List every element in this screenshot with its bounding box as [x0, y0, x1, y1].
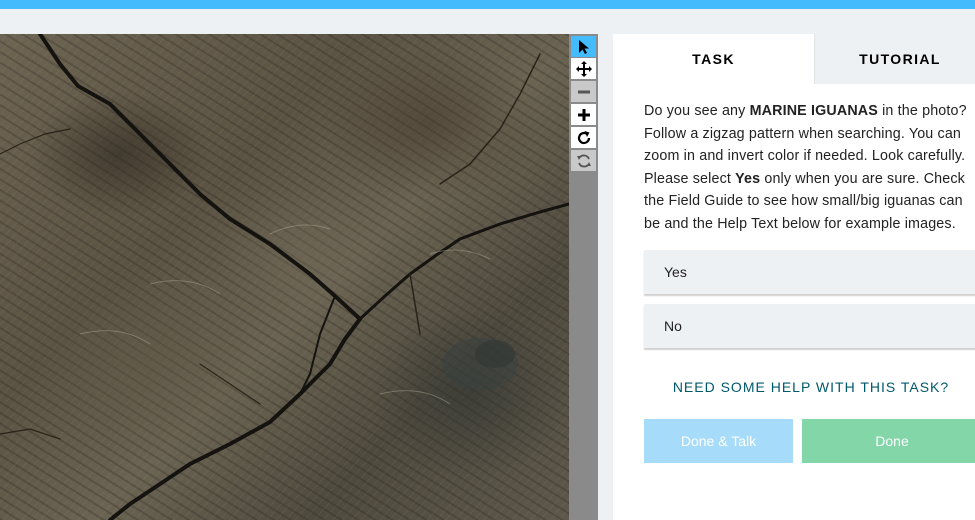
done-and-talk-button[interactable]: Done & Talk — [644, 419, 793, 463]
viewer-toolbar — [569, 34, 598, 520]
instructions-text: in the photo? — [877, 103, 967, 119]
reset-button[interactable] — [571, 150, 596, 171]
answer-no-button[interactable]: No — [644, 304, 975, 348]
tab-task[interactable]: TASK — [613, 34, 814, 84]
instructions-emphasis: MARINE IGUANAS — [749, 103, 878, 119]
zoom-out-button[interactable] — [571, 81, 596, 102]
rotate-button[interactable] — [571, 127, 596, 148]
task-panel: TASK TUTORIAL Do you see any MARINE IGUA… — [613, 34, 975, 520]
instructions-line-2: Follow a zigzag pattern when searching. … — [644, 125, 962, 142]
pointer-tool-button[interactable] — [571, 36, 596, 57]
zoom-in-icon — [577, 108, 590, 121]
instructions-text: Do you see any — [644, 103, 750, 119]
answer-no-label: No — [664, 318, 682, 334]
instructions-line-1: Do you see any MARINE IGUANAS in the pho… — [644, 100, 975, 123]
instructions-line-3: zoom in and invert color if needed. Look… — [644, 148, 966, 165]
answer-yes-button[interactable]: Yes — [644, 250, 975, 294]
panel-tabs: TASK TUTORIAL — [613, 34, 975, 84]
zoom-out-icon — [577, 90, 590, 93]
answer-yes-label: Yes — [664, 264, 687, 280]
instructions-emphasis: Yes — [735, 170, 761, 187]
instructions-line-5: the Field Guide to see how small/big igu… — [644, 193, 963, 210]
instructions-text: Please select — [644, 170, 736, 187]
tab-tutorial[interactable]: TUTORIAL — [814, 34, 975, 84]
subject-image[interactable] — [0, 34, 569, 520]
pointer-icon — [578, 39, 589, 54]
help-link[interactable]: NEED SOME HELP WITH THIS TASK? — [613, 379, 975, 395]
top-accent-bar — [0, 0, 975, 9]
rotate-icon — [577, 130, 590, 144]
instructions-text: only when you are sure. Check — [760, 170, 965, 187]
instructions-line-4: Please select Yes only when you are sure… — [644, 168, 975, 191]
zoom-in-button[interactable] — [571, 104, 596, 125]
rock-cracks — [0, 34, 569, 520]
move-tool-button[interactable] — [571, 58, 596, 79]
task-instructions: Do you see any MARINE IGUANAS in the pho… — [644, 100, 975, 236]
move-icon — [575, 60, 592, 77]
instructions-line-6: be and the Help Text below for example i… — [644, 215, 956, 232]
done-button[interactable]: Done — [802, 419, 975, 463]
reset-icon — [576, 154, 591, 167]
